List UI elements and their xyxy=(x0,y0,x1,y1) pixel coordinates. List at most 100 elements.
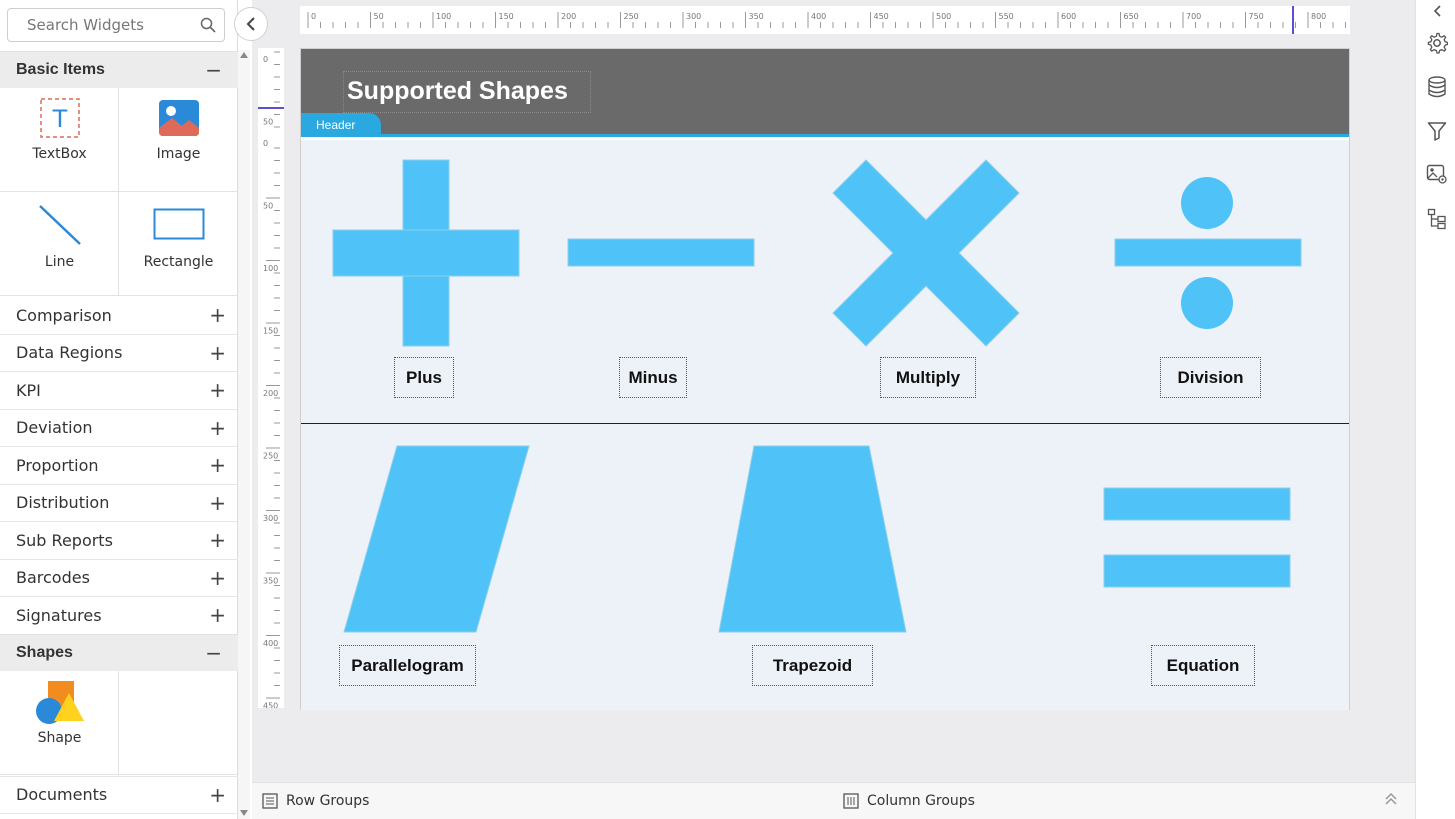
expand-kpi-icon[interactable]: + xyxy=(209,378,226,402)
expand-signatures-icon[interactable]: + xyxy=(209,603,226,627)
row-groups-button[interactable]: Row Groups xyxy=(262,793,369,809)
section-shapes-label: Shapes xyxy=(16,644,73,661)
expand-data-regions-icon[interactable]: + xyxy=(209,341,226,365)
expand-sub-reports-icon[interactable]: + xyxy=(209,528,226,552)
widget-line[interactable]: Line xyxy=(0,204,119,294)
expand-distribution-icon[interactable]: + xyxy=(209,491,226,515)
filter-button[interactable] xyxy=(1426,120,1448,142)
label-equation[interactable]: Equation xyxy=(1151,645,1255,686)
label-trapezoid[interactable]: Trapezoid xyxy=(752,645,873,686)
image-settings-icon xyxy=(1426,164,1447,184)
report-tree-icon xyxy=(1427,208,1446,230)
group-data-regions-label: Data Regions xyxy=(16,343,123,363)
group-barcodes[interactable]: Barcodes + xyxy=(0,560,238,597)
report-body-band[interactable]: Plus Minus Multiply Division Parallelogr… xyxy=(301,140,1349,710)
scroll-up-icon[interactable] xyxy=(240,52,248,58)
group-comparison[interactable]: Comparison + xyxy=(0,297,238,335)
ruler-tick-label: 200 xyxy=(561,12,576,21)
ruler-tick-label: 50 xyxy=(263,118,273,127)
ruler-tick-label: 100 xyxy=(436,12,451,21)
ruler-tick-label: 50 xyxy=(374,12,384,21)
collapse-basic-items-icon[interactable]: − xyxy=(205,58,222,82)
trapezoid-shape[interactable] xyxy=(718,445,907,633)
expand-barcodes-icon[interactable]: + xyxy=(209,566,226,590)
report-header-band[interactable]: Supported Shapes Header xyxy=(301,49,1349,137)
double-chevron-up-icon[interactable] xyxy=(1385,792,1397,806)
group-signatures[interactable]: Signatures + xyxy=(0,597,238,635)
rectangle-icon xyxy=(153,208,204,240)
collapse-panel-button[interactable] xyxy=(234,7,268,41)
label-division[interactable]: Division xyxy=(1160,357,1261,398)
widget-shape[interactable]: Shape xyxy=(0,680,119,770)
expand-proportion-icon[interactable]: + xyxy=(209,453,226,477)
ruler-tick-label: 750 xyxy=(1249,12,1264,21)
group-deviation[interactable]: Deviation + xyxy=(0,410,238,447)
properties-panel-strip xyxy=(1415,0,1455,819)
svg-text:T: T xyxy=(51,105,67,133)
ruler-tick-label: 250 xyxy=(624,12,639,21)
collapse-shapes-icon[interactable]: − xyxy=(205,641,222,665)
shapes-grid: Shape xyxy=(0,671,238,775)
settings-button[interactable] xyxy=(1426,32,1448,54)
ruler-tick-label: 100 xyxy=(263,264,278,273)
data-button[interactable] xyxy=(1426,76,1448,98)
group-comparison-label: Comparison xyxy=(16,305,112,325)
group-documents[interactable]: Documents + xyxy=(0,776,238,814)
database-icon xyxy=(1428,76,1446,98)
equation-shape[interactable] xyxy=(1103,487,1291,588)
textbox-icon: T xyxy=(39,98,80,138)
widget-textbox-label: TextBox xyxy=(32,146,87,162)
search-box[interactable] xyxy=(7,8,225,42)
shape-icon xyxy=(35,681,84,724)
ruler-tick-label: 150 xyxy=(499,12,514,21)
report-outline-button[interactable] xyxy=(1426,208,1448,230)
header-tab[interactable]: Header xyxy=(301,113,381,137)
multiply-shape[interactable] xyxy=(832,159,1020,347)
group-sub-reports[interactable]: Sub Reports + xyxy=(0,522,238,560)
row-groups-icon xyxy=(262,793,278,809)
section-shapes[interactable]: Shapes − xyxy=(0,634,238,671)
search-icon[interactable] xyxy=(200,17,216,33)
label-multiply[interactable]: Multiply xyxy=(880,357,976,398)
report-title[interactable]: Supported Shapes xyxy=(343,71,591,113)
label-minus[interactable]: Minus xyxy=(619,357,687,398)
group-signatures-label: Signatures xyxy=(16,605,102,625)
minus-shape[interactable] xyxy=(567,238,755,267)
image-manager-button[interactable] xyxy=(1426,163,1448,185)
plus-shape[interactable] xyxy=(332,159,520,347)
widget-rectangle[interactable]: Rectangle xyxy=(119,208,238,298)
section-divider-line[interactable] xyxy=(301,423,1349,424)
ruler-tick-label: 400 xyxy=(811,12,826,21)
label-parallelogram[interactable]: Parallelogram xyxy=(339,645,476,686)
column-groups-icon xyxy=(843,793,859,809)
expand-deviation-icon[interactable]: + xyxy=(209,416,226,440)
ruler-tick-label: 700 xyxy=(1186,12,1201,21)
expand-documents-icon[interactable]: + xyxy=(209,783,226,807)
ruler-tick-label: 550 xyxy=(999,12,1014,21)
group-kpi[interactable]: KPI + xyxy=(0,372,238,410)
group-distribution[interactable]: Distribution + xyxy=(0,485,238,522)
division-shape[interactable] xyxy=(1114,177,1302,329)
group-deviation-label: Deviation xyxy=(16,418,93,438)
scroll-down-icon[interactable] xyxy=(240,810,248,816)
widget-shape-label: Shape xyxy=(37,730,82,746)
group-data-regions[interactable]: Data Regions + xyxy=(0,335,238,372)
grouping-bar: Row Groups Column Groups xyxy=(252,782,1415,819)
shapes-layer xyxy=(332,159,1302,633)
widget-textbox[interactable]: T TextBox xyxy=(0,98,119,188)
parallelogram-shape[interactable] xyxy=(343,445,530,633)
group-proportion[interactable]: Proportion + xyxy=(0,447,238,485)
settings-gear-icon xyxy=(1427,32,1448,54)
column-groups-label: Column Groups xyxy=(867,793,975,809)
label-plus[interactable]: Plus xyxy=(394,357,454,398)
section-basic-items[interactable]: Basic Items − xyxy=(0,51,238,88)
ruler-tick-label: 600 xyxy=(1061,12,1076,21)
widget-image[interactable]: Image xyxy=(119,98,238,188)
expand-comparison-icon[interactable]: + xyxy=(209,303,226,327)
collapse-right-button[interactable] xyxy=(1426,0,1448,22)
widget-line-label: Line xyxy=(44,254,75,270)
widget-panel-scrollbar[interactable] xyxy=(238,50,250,819)
report-canvas[interactable]: Supported Shapes Header Plus Minus Multi… xyxy=(300,48,1350,710)
column-groups-button[interactable]: Column Groups xyxy=(843,793,975,809)
search-input[interactable] xyxy=(8,9,198,41)
